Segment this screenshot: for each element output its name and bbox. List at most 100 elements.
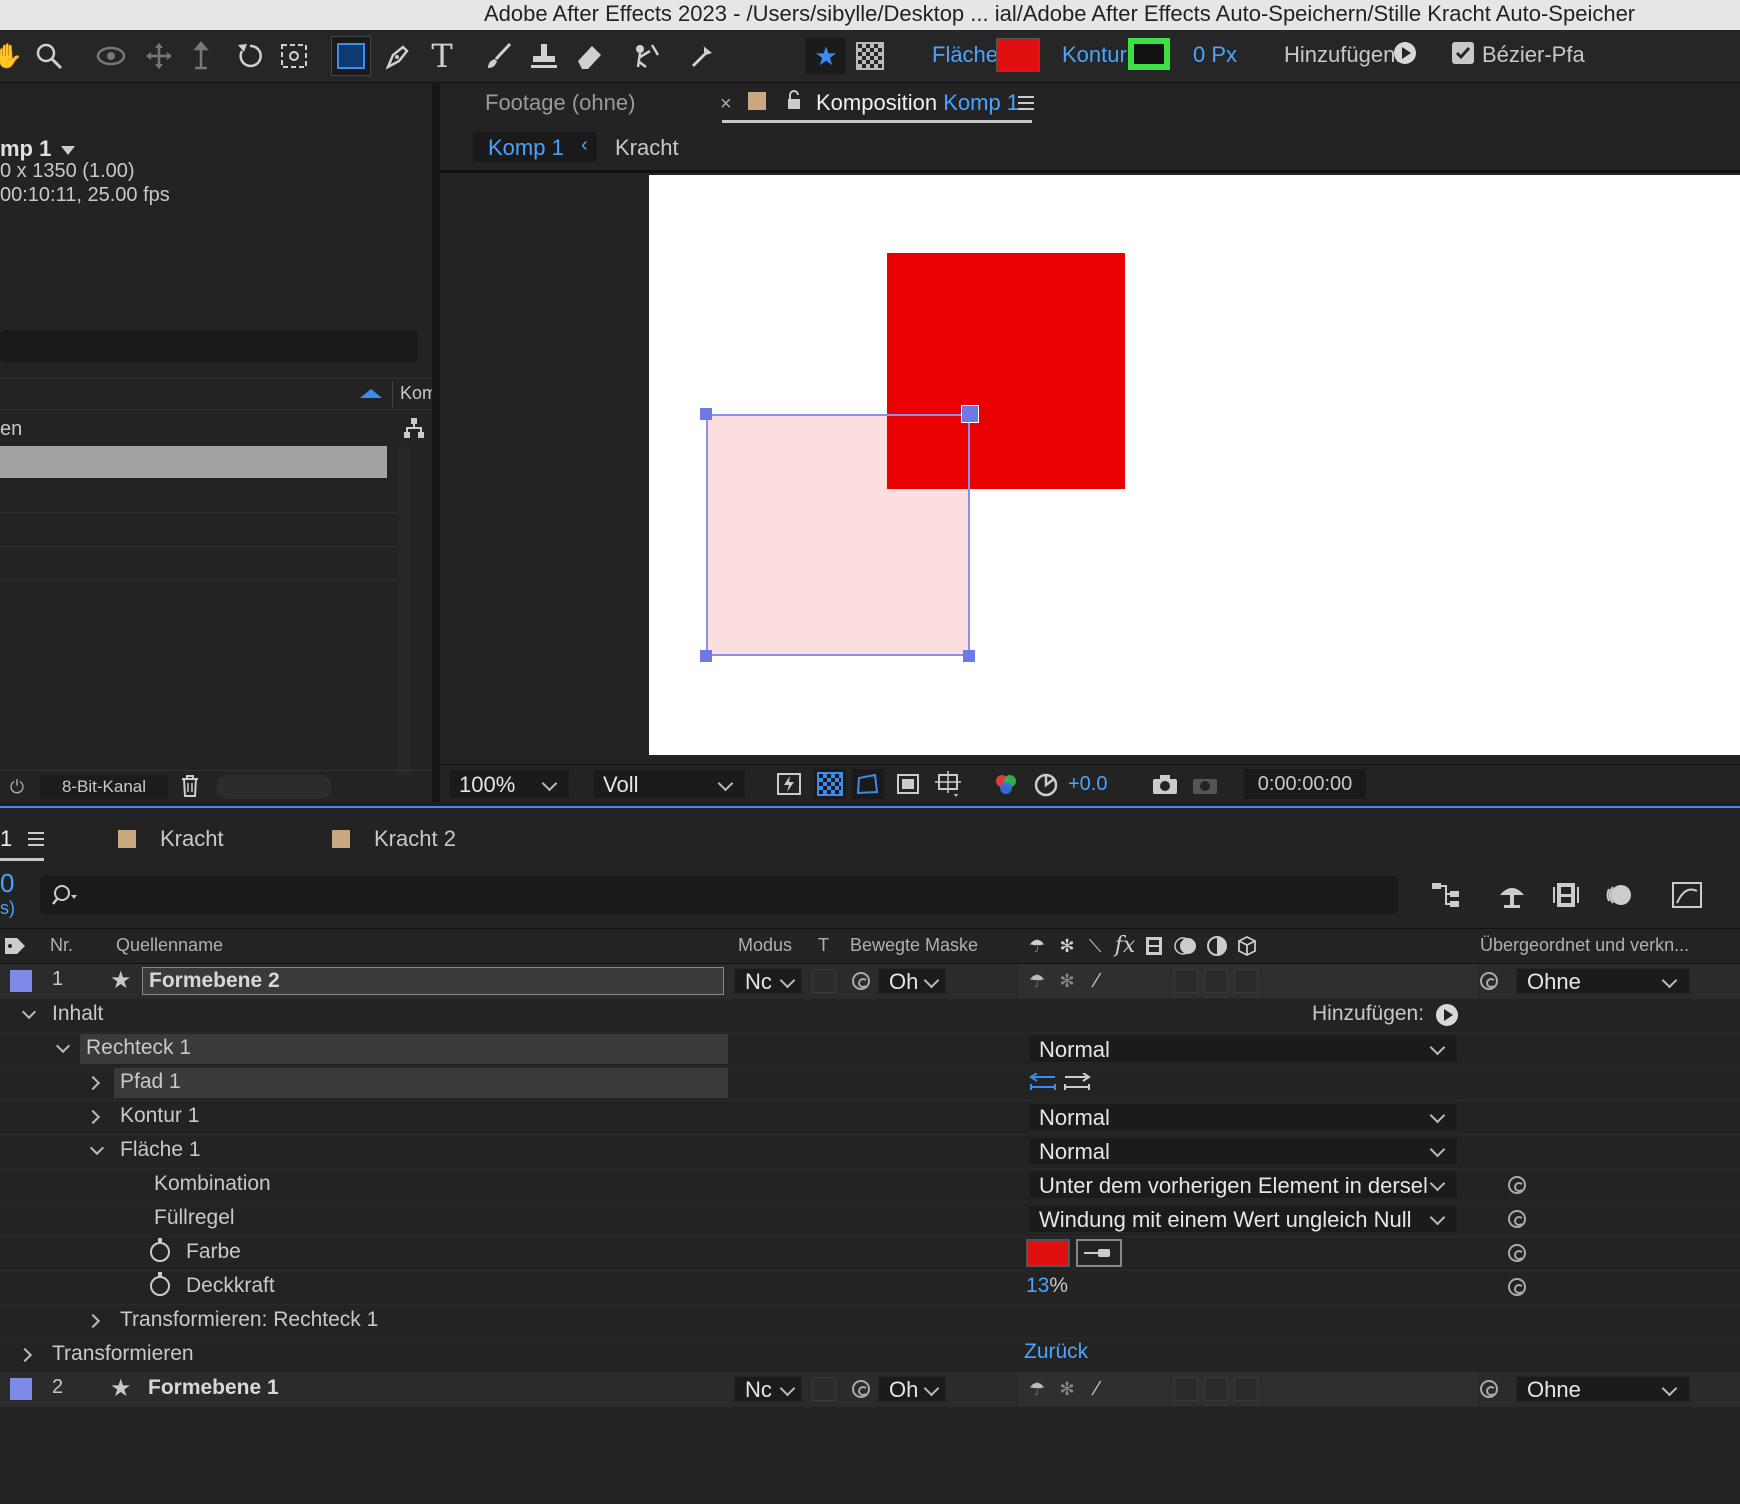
- tab-composition[interactable]: Komposition Komp 1: [816, 90, 1019, 116]
- sort-arrow-icon[interactable]: [360, 389, 382, 398]
- timeline-search-input[interactable]: [40, 876, 1398, 914]
- chevron-down-icon[interactable]: [89, 1140, 105, 1156]
- stroke-color-swatch[interactable]: [1128, 38, 1170, 70]
- layer-row[interactable]: 1 ★ Formebene 2 Nc Oh ☂ ✻ ⁄ Ohne: [0, 964, 1740, 999]
- collapse-switch-icon[interactable]: ✻: [1056, 935, 1078, 957]
- region-of-interest-icon[interactable]: [894, 771, 922, 797]
- parent-pickwhip-icon[interactable]: [1480, 1380, 1498, 1398]
- comp-flowchart-icon[interactable]: [1428, 878, 1464, 912]
- lock-icon[interactable]: [784, 88, 804, 112]
- composite-dropdown[interactable]: Unter dem vorherigen Element in dersel: [1028, 1171, 1458, 1199]
- stopwatch-icon[interactable]: [150, 1272, 170, 1296]
- chevron-right-icon[interactable]: [85, 1313, 101, 1329]
- trash-icon[interactable]: [178, 773, 202, 799]
- timeline-tab-active[interactable]: 1: [0, 826, 12, 852]
- type-tool-icon[interactable]: T: [424, 37, 460, 75]
- tree-row-fill-rule[interactable]: Füllregel Windung mit einem Wert ungleic…: [0, 1202, 1740, 1237]
- track-matte-dropdown[interactable]: Oh: [878, 1376, 946, 1402]
- frame-blending-icon[interactable]: [1548, 878, 1584, 912]
- opacity-number[interactable]: 13: [1026, 1274, 1049, 1297]
- graph-editor-icon[interactable]: [1668, 878, 1706, 912]
- panel-menu-icon[interactable]: [28, 832, 44, 846]
- tree-row-transform[interactable]: Transformieren Zurück: [0, 1338, 1740, 1373]
- project-search-input[interactable]: [0, 330, 418, 362]
- stopwatch-icon[interactable]: [150, 1238, 170, 1262]
- stroke-width-value[interactable]: 0 Px: [1193, 42, 1237, 68]
- quality-switch-icon[interactable]: ⁄: [1086, 1378, 1108, 1400]
- name-column-header[interactable]: en: [0, 418, 22, 441]
- chevron-down-icon[interactable]: [61, 145, 76, 155]
- path-direction-icon[interactable]: [1028, 1070, 1058, 1096]
- pickwhip-icon[interactable]: [1508, 1278, 1526, 1296]
- stroke-blend-dropdown[interactable]: Normal: [1028, 1103, 1458, 1131]
- shy-layers-icon[interactable]: [1494, 878, 1530, 912]
- col-source-name[interactable]: Quellenname: [116, 935, 223, 956]
- layer-label-color[interactable]: [10, 1378, 32, 1400]
- col-parent[interactable]: Übergeordnet und verkn...: [1480, 935, 1689, 956]
- chevron-right-icon[interactable]: [85, 1109, 101, 1125]
- tree-row-stroke[interactable]: Kontur 1 Normal: [0, 1100, 1740, 1135]
- fill-label[interactable]: Fläche:: [932, 42, 1004, 68]
- fill-color-swatch[interactable]: [996, 38, 1040, 72]
- switch-box[interactable]: [1234, 969, 1258, 993]
- timeline-tab-kracht-2[interactable]: Kracht 2: [374, 826, 456, 852]
- panel-menu-icon[interactable]: [1018, 96, 1034, 110]
- pickwhip-icon[interactable]: [852, 1380, 870, 1398]
- chevron-right-icon[interactable]: [17, 1347, 33, 1363]
- pan-camera-icon[interactable]: [142, 40, 176, 72]
- breadcrumb-kracht[interactable]: Kracht: [615, 135, 679, 161]
- parent-pickwhip-icon[interactable]: [1480, 972, 1498, 990]
- col-mode[interactable]: Modus: [738, 935, 792, 956]
- reset-link[interactable]: Zurück: [1024, 1340, 1088, 1364]
- timecode-display[interactable]: 0:00:00:00: [1244, 769, 1366, 799]
- motion-blur-icon[interactable]: [1602, 878, 1638, 912]
- rectangle-tool-icon[interactable]: [331, 36, 371, 76]
- parent-dropdown[interactable]: Ohne: [1516, 968, 1690, 994]
- anchor-point-tool-icon[interactable]: [276, 40, 312, 72]
- chevron-down-icon[interactable]: [21, 1004, 37, 1020]
- tree-row-composite[interactable]: Kombination Unter dem vorherigen Element…: [0, 1168, 1740, 1203]
- pickwhip-icon[interactable]: [852, 972, 870, 990]
- puppet-tool-icon[interactable]: [684, 40, 720, 72]
- tree-row-rectangle[interactable]: Rechteck 1 Normal: [0, 1032, 1740, 1067]
- tree-row-transform-rect[interactable]: Transformieren: Rechteck 1: [0, 1304, 1740, 1339]
- pen-tool-icon[interactable]: [380, 40, 416, 72]
- tree-row-contents[interactable]: Inhalt Hinzufügen:: [0, 998, 1740, 1033]
- clone-stamp-tool-icon[interactable]: [526, 40, 562, 72]
- layer-row[interactable]: 2 ★ Formebene 1 Nc Oh ☂ ✻ ⁄ Ohne: [0, 1372, 1740, 1407]
- adjustment-layer-switch-icon[interactable]: [1206, 935, 1228, 957]
- thumbnail-slider[interactable]: [216, 775, 332, 799]
- tree-row-opacity[interactable]: Deckkraft 13%: [0, 1270, 1740, 1305]
- panel-divider[interactable]: [432, 84, 440, 802]
- pickwhip-icon[interactable]: [1508, 1176, 1526, 1194]
- 3d-layer-switch-icon[interactable]: [1236, 935, 1258, 957]
- exposure-value[interactable]: +0.0: [1068, 773, 1107, 796]
- shy-switch-icon[interactable]: ☂: [1026, 1378, 1048, 1400]
- tree-row-color[interactable]: Farbe: [0, 1236, 1740, 1271]
- resolution-dropdown[interactable]: Voll: [592, 769, 746, 799]
- col-nr[interactable]: Nr.: [50, 935, 73, 956]
- transparency-grid-icon[interactable]: [852, 40, 888, 72]
- add-play-icon[interactable]: [1394, 42, 1416, 64]
- chevron-down-icon[interactable]: [55, 1038, 71, 1054]
- tree-row-path[interactable]: Pfad 1: [0, 1066, 1740, 1101]
- bounding-handle[interactable]: [700, 650, 712, 662]
- zoom-dropdown[interactable]: 100%: [448, 769, 570, 799]
- switch-box[interactable]: [1174, 1377, 1198, 1401]
- label-tag-icon[interactable]: [2, 935, 28, 957]
- zoom-tool-icon[interactable]: [32, 40, 66, 72]
- fill-blend-dropdown[interactable]: Normal: [1028, 1137, 1458, 1165]
- project-selected-item[interactable]: [0, 446, 387, 478]
- channels-icon[interactable]: [992, 771, 1020, 799]
- flowchart-icon[interactable]: [402, 416, 426, 440]
- opacity-value[interactable]: 13%: [1026, 1274, 1068, 1298]
- fill-color-value-swatch[interactable]: [1026, 1239, 1070, 1267]
- timeline-timecode[interactable]: 0: [0, 868, 14, 899]
- shy-switch-icon[interactable]: ☂: [1026, 970, 1048, 992]
- blend-mode-dropdown[interactable]: Nc: [734, 968, 802, 994]
- switch-box[interactable]: [1174, 969, 1198, 993]
- switch-box[interactable]: [1204, 969, 1228, 993]
- roto-brush-tool-icon[interactable]: [628, 40, 666, 72]
- layer-name-field[interactable]: Formebene 2: [142, 967, 724, 995]
- transparency-grid-toggle-icon[interactable]: [814, 769, 846, 799]
